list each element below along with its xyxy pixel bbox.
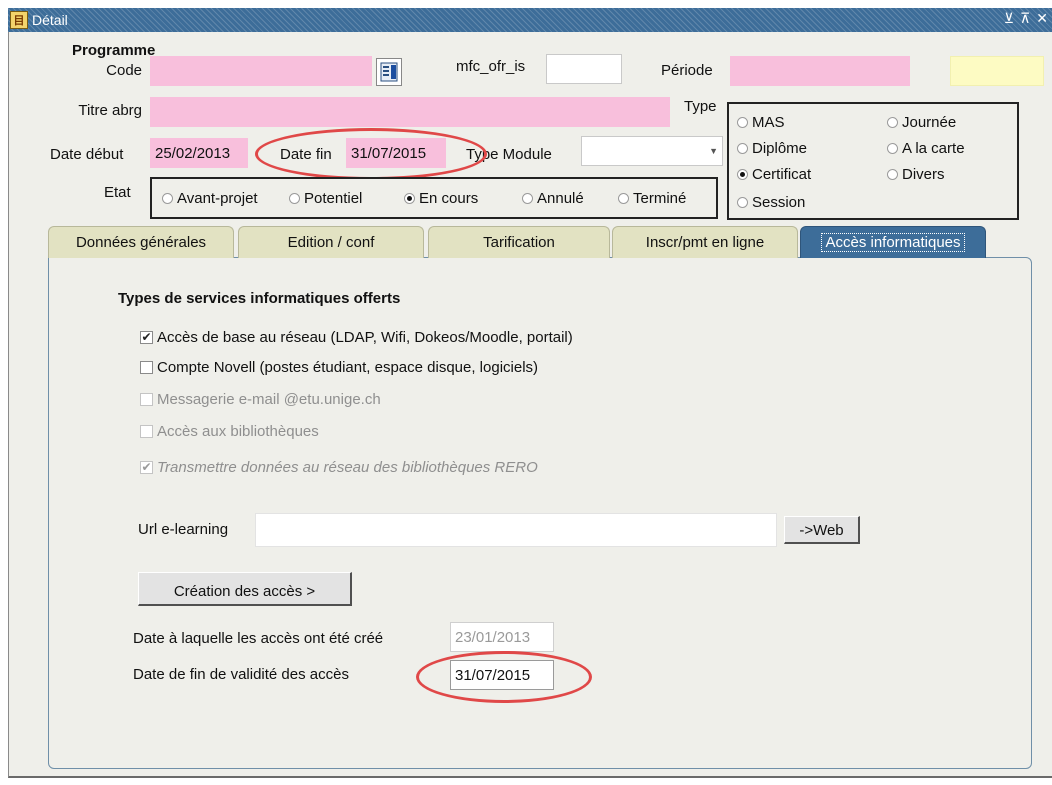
date-debut-field[interactable]: 25/02/2013 xyxy=(150,138,248,168)
app-icon: 目 xyxy=(10,11,28,29)
etat-option-potentiel[interactable]: Potentiel xyxy=(289,190,362,207)
type-option-label: Divers xyxy=(902,166,945,183)
type-option-label: A la carte xyxy=(902,140,965,157)
window-title: Détail xyxy=(32,12,68,28)
tab-label: Tarification xyxy=(483,234,555,251)
close-icon[interactable]: ✕ xyxy=(1036,10,1048,27)
tab-tarification[interactable]: Tarification xyxy=(428,226,610,258)
tab-acces-informatiques[interactable]: Accès informatiques xyxy=(800,226,986,258)
creation-acces-button[interactable]: Création des accès > xyxy=(138,572,352,606)
tab-inscr-pmt-en-ligne[interactable]: Inscr/pmt en ligne xyxy=(612,226,798,258)
services-heading: Types de services informatiques offerts xyxy=(118,290,401,307)
tab-label: Inscr/pmt en ligne xyxy=(645,234,765,251)
service-acces-base[interactable]: ✔ Accès de base au réseau (LDAP, Wifi, Do… xyxy=(140,329,573,346)
radio-icon xyxy=(887,168,898,180)
list-icon[interactable] xyxy=(376,58,402,86)
titre-label: Titre abrg xyxy=(78,102,142,119)
service-rero: ✔ Transmettre données au réseau des bibli… xyxy=(140,459,538,476)
type-option-journee[interactable]: Journée xyxy=(887,114,956,131)
service-compte-novell[interactable]: Compte Novell (postes étudiant, espace d… xyxy=(140,359,538,376)
code-field[interactable] xyxy=(150,56,372,86)
periode-label: Période xyxy=(661,62,713,79)
radio-icon xyxy=(737,116,748,128)
etat-option-label: Terminé xyxy=(633,190,687,207)
validity-date-label: Date de fin de validité des accès xyxy=(133,666,349,683)
radio-icon xyxy=(618,192,629,204)
radio-icon xyxy=(522,192,533,204)
etat-option-annule[interactable]: Annulé xyxy=(522,190,584,207)
etat-option-en-cours[interactable]: En cours xyxy=(404,190,478,207)
type-option-a-la-carte[interactable]: A la carte xyxy=(887,140,965,157)
type-option-mas[interactable]: MAS xyxy=(737,114,785,131)
code-label: Code xyxy=(106,62,142,79)
etat-option-label: Potentiel xyxy=(304,190,363,207)
etat-option-termine[interactable]: Terminé xyxy=(618,190,686,207)
tab-edition-conf[interactable]: Edition / conf xyxy=(238,226,424,258)
service-bibliotheques: Accès aux bibliothèques xyxy=(140,423,319,440)
radio-icon xyxy=(162,192,173,204)
type-option-certificat[interactable]: Certificat xyxy=(737,166,811,183)
etat-option-label: Avant-projet xyxy=(177,190,258,207)
radio-selected-icon xyxy=(404,192,415,204)
type-option-session[interactable]: Session xyxy=(737,194,805,211)
tab-label: Accès informatiques xyxy=(821,233,965,252)
created-date-label: Date à laquelle les accès ont été créé xyxy=(133,630,384,647)
programme-heading: Programme xyxy=(72,42,156,59)
etat-radio-group: Avant-projet Potentiel En cours Annulé T… xyxy=(150,177,718,219)
type-radio-group: MAS Journée Diplôme A la carte Certifica… xyxy=(727,102,1019,220)
date-debut-label: Date début xyxy=(50,146,124,163)
service-messagerie: Messagerie e-mail @etu.unige.ch xyxy=(140,391,381,408)
type-option-diplome[interactable]: Diplôme xyxy=(737,140,807,157)
checkbox-icon xyxy=(140,360,153,374)
web-button[interactable]: ->Web xyxy=(784,516,860,544)
etat-option-label: En cours xyxy=(419,190,479,207)
type-module-label: Type Module xyxy=(466,146,552,163)
radio-icon xyxy=(887,142,898,154)
type-module-select[interactable]: ▼ xyxy=(581,136,723,166)
date-fin-label: Date fin xyxy=(280,146,332,163)
url-elearning-label: Url e-learning xyxy=(138,521,229,538)
window-controls: ⊻ ⊼ ✕ xyxy=(1004,10,1048,27)
etat-option-label: Annulé xyxy=(537,190,584,207)
service-label: Accès aux bibliothèques xyxy=(157,423,319,440)
type-option-divers[interactable]: Divers xyxy=(887,166,945,183)
date-fin-field[interactable]: 31/07/2015 xyxy=(346,138,446,168)
minimize-icon[interactable]: ⊻ xyxy=(1004,10,1014,27)
service-label: Transmettre données au réseau des biblio… xyxy=(157,459,538,476)
tab-donnees-generales[interactable]: Données générales xyxy=(48,226,234,258)
checkbox-checked-disabled-icon: ✔ xyxy=(140,459,153,474)
checkbox-checked-icon: ✔ xyxy=(140,329,153,344)
type-option-label: MAS xyxy=(752,114,785,131)
mfc-field[interactable] xyxy=(546,54,622,84)
etat-label: Etat xyxy=(104,184,131,201)
service-label: Accès de base au réseau (LDAP, Wifi, Dok… xyxy=(157,329,573,346)
checkbox-disabled-icon xyxy=(140,392,153,406)
service-label: Compte Novell (postes étudiant, espace d… xyxy=(157,359,539,376)
tab-label: Données générales xyxy=(75,234,207,251)
etat-option-avant-projet[interactable]: Avant-projet xyxy=(162,190,258,207)
chevron-down-icon[interactable]: ▼ xyxy=(709,146,718,156)
radio-selected-icon xyxy=(737,168,748,180)
extra-field[interactable] xyxy=(950,56,1044,86)
radio-icon xyxy=(737,196,748,208)
checkbox-disabled-icon xyxy=(140,424,153,438)
tab-label: Edition / conf xyxy=(287,234,375,251)
type-option-label: Session xyxy=(752,194,806,211)
created-date-field: 23/01/2013 xyxy=(450,622,554,652)
radio-icon xyxy=(289,192,300,204)
radio-icon xyxy=(887,116,898,128)
radio-icon xyxy=(737,142,748,154)
url-elearning-input[interactable] xyxy=(255,513,777,547)
periode-field[interactable] xyxy=(730,56,910,86)
window-titlebar[interactable]: 目 Détail ⊻ ⊼ ✕ xyxy=(8,8,1052,32)
type-option-label: Journée xyxy=(902,114,957,131)
mfc-label: mfc_ofr_is xyxy=(456,58,526,75)
type-option-label: Certificat xyxy=(752,166,812,183)
maximize-icon[interactable]: ⊼ xyxy=(1020,10,1030,27)
type-label: Type xyxy=(684,98,717,115)
validity-date-field[interactable]: 31/07/2015 xyxy=(450,660,554,690)
service-label: Messagerie e-mail @etu.unige.ch xyxy=(157,391,381,408)
titre-field[interactable] xyxy=(150,97,670,127)
type-option-label: Diplôme xyxy=(752,140,808,157)
